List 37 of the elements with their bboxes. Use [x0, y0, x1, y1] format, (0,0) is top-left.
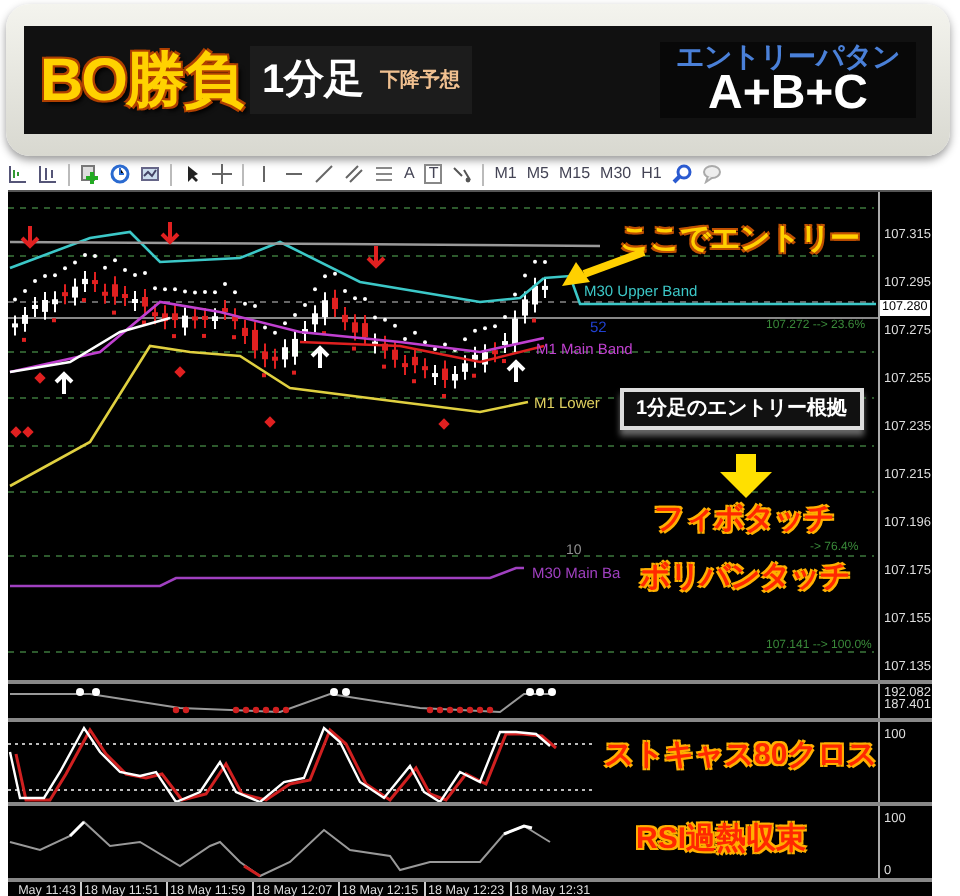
trend-line-icon[interactable]	[314, 164, 334, 184]
banner-title: BO勝負	[40, 45, 242, 117]
reason-caption: RSI過熱収束	[636, 824, 807, 857]
fibonacci-icon[interactable]	[374, 164, 394, 184]
channel-icon[interactable]	[344, 164, 364, 184]
text-tool-button[interactable]: A	[404, 166, 415, 182]
timeframe-button[interactable]: H1	[641, 166, 662, 182]
up-arrow-icon	[310, 345, 330, 370]
reason-heading: 1分足のエントリー根拠	[620, 388, 864, 430]
crosshair-icon[interactable]	[212, 164, 232, 184]
down-arrow-icon	[718, 454, 774, 498]
timeframe-button[interactable]: M1	[494, 166, 517, 182]
down-arrow-icon	[366, 244, 386, 269]
up-arrow-icon	[54, 371, 74, 396]
clock-icon[interactable]	[110, 164, 130, 184]
arrows-icon[interactable]	[452, 164, 473, 184]
timeframe-label: 1分足	[262, 56, 365, 106]
reason-caption: ボリバンタッチ	[640, 562, 850, 595]
down-arrow-icon	[20, 224, 40, 249]
timeframe-button[interactable]: M5	[526, 166, 549, 182]
up-arrow-icon	[506, 359, 526, 384]
template-icon[interactable]	[140, 164, 160, 184]
new-chart-icon[interactable]	[80, 164, 100, 184]
timeframe-button[interactable]: M30	[600, 166, 632, 182]
pattern-label: エントリーパタン	[676, 42, 900, 70]
cursor-icon[interactable]	[182, 164, 202, 184]
timeframe-button[interactable]: M15	[558, 166, 591, 182]
entry-caption: ここでエントリー	[620, 224, 860, 257]
forecast-label: 下降予想	[380, 67, 461, 95]
chart-icon[interactable]	[8, 164, 28, 184]
reason-caption: ストキャス80クロス	[604, 740, 878, 773]
search-icon[interactable]	[671, 164, 692, 184]
chart-icon[interactable]	[38, 164, 58, 184]
reason-caption: フィボタッチ	[654, 504, 834, 537]
pattern-value: A+B+C	[707, 70, 869, 118]
down-arrow-icon	[160, 220, 180, 245]
label-tool-button[interactable]: T	[424, 164, 443, 184]
